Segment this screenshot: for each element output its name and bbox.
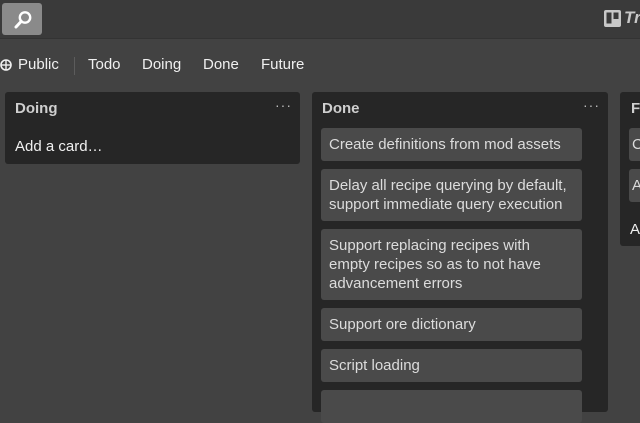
- card-support-replacing-recipes[interactable]: Support replacing recipes with empty rec…: [321, 229, 582, 300]
- visibility-label: Public: [18, 56, 59, 73]
- top-bar: Trello: [0, 0, 640, 39]
- list-menu-icon[interactable]: ···: [583, 97, 600, 113]
- search-button[interactable]: [2, 3, 42, 35]
- globe-icon: [0, 59, 12, 71]
- card-delay-recipe-querying[interactable]: Delay all recipe querying by default, su…: [321, 169, 582, 221]
- trello-board-icon: [604, 9, 621, 27]
- tab-todo[interactable]: Todo: [88, 56, 121, 73]
- add-card-button[interactable]: Add a card…: [15, 138, 103, 155]
- board-header: Public Todo Doing Done Future: [0, 48, 640, 84]
- trello-logo[interactable]: Trello: [604, 8, 640, 30]
- list-title: Future: [631, 100, 640, 117]
- tab-done[interactable]: Done: [203, 56, 239, 73]
- list-title: Done: [322, 100, 360, 117]
- visibility-button[interactable]: Public: [0, 56, 59, 73]
- list-title: Doing: [15, 100, 58, 117]
- tab-doing[interactable]: Doing: [142, 56, 181, 73]
- list-doing: Doing ··· Add a card…: [5, 92, 300, 164]
- list-menu-icon[interactable]: ···: [275, 97, 292, 113]
- add-card-button[interactable]: A: [630, 221, 640, 238]
- header-divider: [74, 57, 75, 75]
- card-create-definitions[interactable]: Create definitions from mod assets: [321, 128, 582, 161]
- card-partial[interactable]: A: [629, 169, 640, 202]
- list-future: Future C A A: [620, 92, 640, 246]
- list-done: Done ··· Create definitions from mod ass…: [312, 92, 608, 423]
- card-partial[interactable]: [321, 390, 582, 423]
- card-partial[interactable]: C: [629, 128, 640, 161]
- logo-text: Trello: [624, 8, 640, 27]
- card-support-ore-dictionary[interactable]: Support ore dictionary: [321, 308, 582, 341]
- search-icon: [14, 11, 32, 29]
- card-script-loading[interactable]: Script loading: [321, 349, 582, 382]
- tab-future[interactable]: Future: [261, 56, 304, 73]
